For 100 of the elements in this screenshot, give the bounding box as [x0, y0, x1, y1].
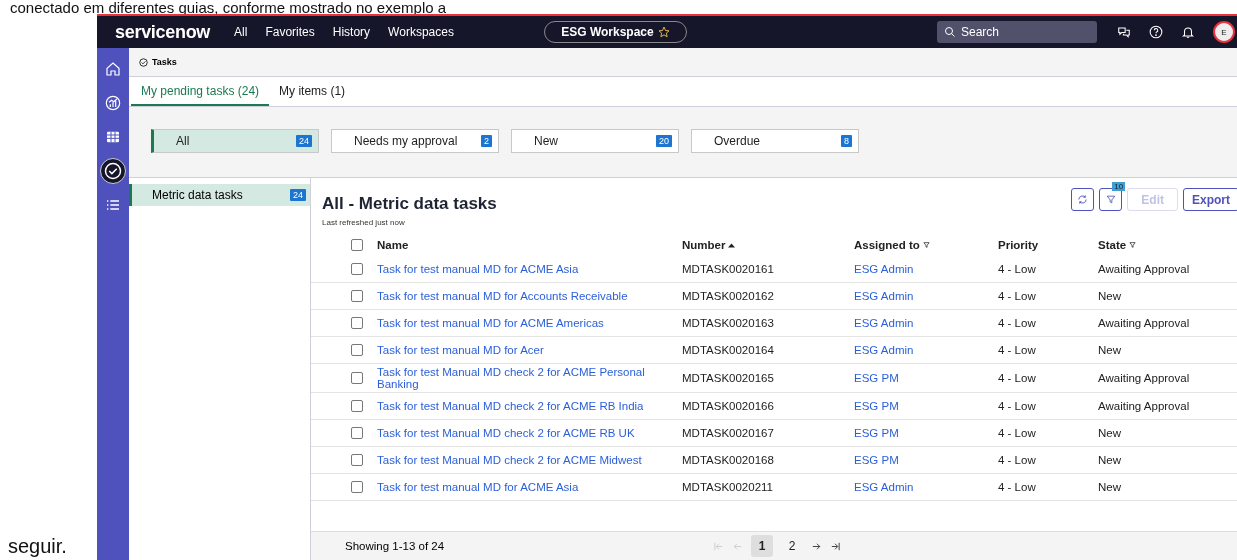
table-cell-text: New	[1098, 481, 1122, 493]
filter-icon[interactable]	[1129, 241, 1137, 249]
list-item[interactable]: Metric data tasks 24	[129, 184, 310, 206]
table-cell-text: MDTASK0020162	[682, 290, 775, 302]
task-link[interactable]: Task for test Manual MD check 2 for ACME RB India	[377, 400, 682, 412]
check-circle-icon	[104, 162, 122, 180]
filter-card[interactable]: Needs my approval 2	[331, 129, 499, 153]
table-cell-text: New	[1098, 454, 1122, 466]
table-cell-text: 4 - Low	[998, 427, 1037, 439]
table-cell-text: MDTASK0020168	[682, 454, 775, 466]
bell-icon[interactable]	[1181, 25, 1195, 39]
select-all-checkbox[interactable]	[351, 239, 363, 251]
breadcrumb-title: Tasks	[152, 57, 177, 67]
filter-card[interactable]: New 20	[511, 129, 679, 153]
count-badge: 20	[656, 135, 672, 147]
row-checkbox[interactable]	[351, 263, 363, 275]
filter-card[interactable]: All 24	[151, 129, 319, 153]
count-badge: 8	[841, 135, 852, 147]
page-button[interactable]: 1	[751, 535, 773, 557]
next-page-icon[interactable]	[811, 540, 822, 552]
task-link[interactable]: Task for test manual MD for Accounts Receivable	[377, 290, 682, 302]
task-link[interactable]: Task for test Manual MD check 2 for ACME Midwest	[377, 454, 682, 466]
filter-icon[interactable]	[922, 241, 930, 249]
row-checkbox[interactable]	[351, 400, 363, 412]
user-link[interactable]: ESG Admin	[854, 317, 998, 329]
row-checkbox[interactable]	[351, 344, 363, 356]
refresh-icon	[1077, 194, 1089, 205]
task-link[interactable]: Task for test Manual MD check 2 for ACME RB UK	[377, 427, 682, 439]
table-cell-text: New	[1098, 290, 1122, 302]
task-link[interactable]: Task for test manual MD for Acer	[377, 344, 682, 356]
table-cell-text: New	[1098, 344, 1122, 356]
help-icon[interactable]	[1149, 25, 1163, 39]
table-cell-text: MDTASK0020163	[682, 317, 775, 329]
search-field[interactable]: Search	[937, 21, 1097, 43]
table-cell-text: Awaiting Approval	[1098, 263, 1191, 275]
refresh-button[interactable]	[1071, 188, 1095, 211]
task-link[interactable]: Task for test Manual MD check 2 for ACME Personal Banking	[377, 366, 682, 390]
star-icon	[657, 26, 670, 38]
task-link[interactable]: Task for test manual MD for ACME Asia	[377, 263, 682, 275]
row-checkbox[interactable]	[351, 372, 363, 384]
user-link[interactable]: ESG PM	[854, 372, 998, 384]
table-cell-text: 4 - Low	[998, 454, 1037, 466]
user-link[interactable]: ESG Admin	[854, 344, 998, 356]
row-checkbox[interactable]	[351, 290, 363, 302]
chat-icon[interactable]	[1117, 25, 1131, 39]
filter-label: Overdue	[714, 134, 761, 148]
search-icon	[944, 26, 956, 38]
task-link[interactable]: Task for test manual MD for ACME Asia	[377, 481, 682, 493]
table-cell-text: 4 - Low	[998, 290, 1037, 302]
column-header[interactable]: Priority	[998, 239, 1098, 251]
rail-item[interactable]	[100, 158, 126, 184]
home-icon	[105, 61, 121, 77]
task-link[interactable]: Task for test manual MD for ACME Americas	[377, 317, 682, 329]
table-cell-text: MDTASK0020166	[682, 400, 775, 412]
table-cell-text: 4 - Low	[998, 400, 1037, 412]
row-checkbox[interactable]	[351, 481, 363, 493]
user-link[interactable]: ESG Admin	[854, 263, 998, 275]
row-checkbox[interactable]	[351, 454, 363, 466]
logo[interactable]: servicenow	[115, 21, 211, 43]
table-cell-text: 4 - Low	[998, 372, 1037, 384]
table-cell-text: Awaiting Approval	[1098, 317, 1191, 329]
user-link[interactable]: ESG PM	[854, 427, 998, 439]
row-checkbox[interactable]	[351, 427, 363, 439]
column-header[interactable]: Number	[682, 239, 854, 251]
column-header[interactable]: State	[1098, 239, 1237, 251]
filter-icon	[1105, 194, 1116, 205]
nav-link[interactable]: Workspaces	[388, 25, 454, 39]
user-link[interactable]: ESG Admin	[854, 481, 998, 493]
table-cell-text: MDTASK0020164	[682, 344, 775, 356]
user-link[interactable]: ESG PM	[854, 400, 998, 412]
row-checkbox[interactable]	[351, 317, 363, 329]
count-badge: 2	[481, 135, 492, 147]
table-cell-text: Awaiting Approval	[1098, 400, 1191, 412]
document-text: conectado em diferentes guias, conforme mostrado no exemplo a	[9, 0, 448, 14]
page-button[interactable]: 2	[781, 535, 803, 557]
table-cell-text: 4 - Low	[998, 481, 1037, 493]
refresh-status: Last refreshed just now	[322, 218, 406, 227]
table-cell-text: 4 - Low	[998, 344, 1037, 356]
avatar[interactable]: E	[1213, 21, 1235, 43]
column-header[interactable]: Name	[377, 239, 682, 251]
table-cell-text: MDTASK0020167	[682, 427, 775, 439]
filter-button[interactable]	[1099, 188, 1123, 211]
user-link[interactable]: ESG PM	[854, 454, 998, 466]
user-link[interactable]: ESG Admin	[854, 290, 998, 302]
tab[interactable]: My items (1)	[269, 77, 356, 106]
panel-title: All - Metric data tasks	[322, 194, 497, 214]
nav-link[interactable]: History	[332, 25, 371, 39]
filter-label: New	[534, 134, 558, 148]
nav-link[interactable]: Favorites	[265, 25, 315, 39]
document-text: seguir.	[7, 534, 67, 559]
table-cell-text: Awaiting Approval	[1098, 372, 1191, 384]
last-page-icon[interactable]	[830, 540, 841, 552]
list-label: Metric data tasks	[152, 188, 243, 202]
filter-card[interactable]: Overdue 8	[691, 129, 859, 153]
toolbar-button[interactable]: Export	[1183, 188, 1237, 211]
column-header[interactable]: Assigned to	[854, 239, 998, 251]
filter-label: All	[176, 134, 190, 148]
table-cell-text: 4 - Low	[998, 263, 1037, 275]
nav-link[interactable]: All	[234, 25, 248, 39]
count-badge: 24	[296, 135, 312, 147]
